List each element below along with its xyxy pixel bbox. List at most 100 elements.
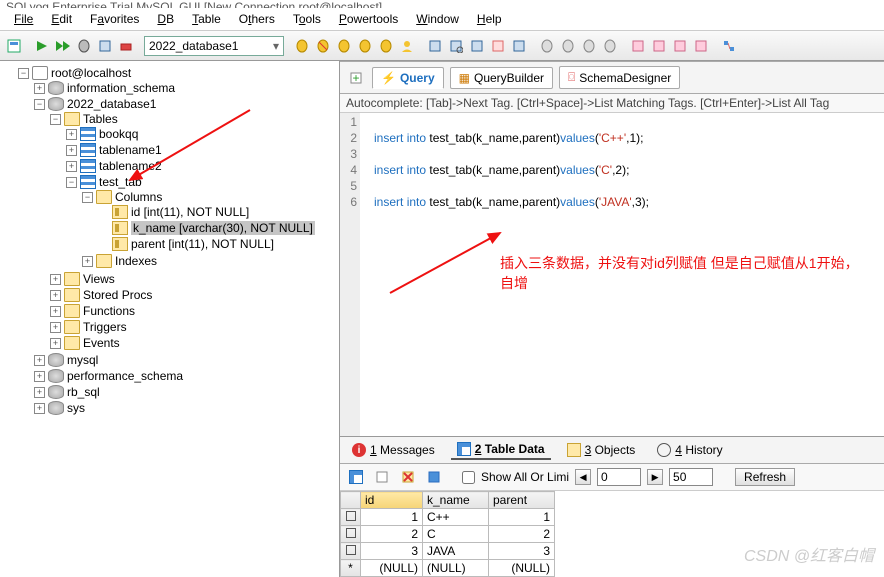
menu-table[interactable]: Table xyxy=(184,10,229,28)
expand-icon[interactable]: + xyxy=(66,129,77,140)
tool-icon-10[interactable] xyxy=(488,36,508,56)
expand-icon[interactable]: + xyxy=(34,387,45,398)
menu-file[interactable]: File xyxy=(6,10,41,28)
tool-icon-1[interactable] xyxy=(292,36,312,56)
col-parent[interactable]: parent xyxy=(489,492,555,509)
tree-item[interactable]: +Indexes xyxy=(82,254,337,268)
tab-query[interactable]: ⚡Query xyxy=(372,67,444,89)
tool-rep1-icon[interactable] xyxy=(628,36,648,56)
tool-icon-4[interactable] xyxy=(355,36,375,56)
sql-editor[interactable]: 123456 insert into test_tab(k_name,paren… xyxy=(340,113,884,436)
expand-icon[interactable]: + xyxy=(50,322,61,333)
collapse-icon[interactable]: − xyxy=(50,114,61,125)
row-checkbox[interactable] xyxy=(346,511,356,521)
table-row[interactable]: 2C2 xyxy=(341,526,555,543)
execute-all-icon[interactable] xyxy=(53,36,73,56)
tool-rep4-icon[interactable] xyxy=(691,36,711,56)
execute-icon[interactable] xyxy=(32,36,52,56)
menu-powertools[interactable]: Powertools xyxy=(331,10,406,28)
collapse-icon[interactable]: − xyxy=(34,99,45,110)
tree-item[interactable]: id [int(11), NOT NULL] xyxy=(98,205,337,219)
tree-item[interactable]: +tablename1 xyxy=(66,143,337,157)
collapse-icon[interactable]: − xyxy=(66,177,77,188)
expand-icon[interactable] xyxy=(98,239,109,250)
tool-rep2-icon[interactable] xyxy=(649,36,669,56)
tree-item[interactable]: +performance_schema xyxy=(34,369,337,383)
tree-item[interactable]: +Views xyxy=(50,272,337,286)
grid-mode-icon[interactable] xyxy=(346,467,366,487)
expand-icon[interactable]: + xyxy=(66,161,77,172)
table-row[interactable]: 1C++1 xyxy=(341,509,555,526)
new-query-icon[interactable]: + xyxy=(346,68,366,88)
expand-icon[interactable]: + xyxy=(34,371,45,382)
tree-item[interactable]: +rb_sql xyxy=(34,385,337,399)
col-kname[interactable]: k_name xyxy=(423,492,489,509)
save-icon[interactable] xyxy=(424,467,444,487)
tool-icon-9[interactable] xyxy=(467,36,487,56)
tab-schemadesigner[interactable]: ⌼SchemaDesigner xyxy=(559,66,680,89)
tab-querybuilder[interactable]: ▦QueryBuilder xyxy=(450,67,553,89)
menu-tools[interactable]: Tools xyxy=(285,10,329,28)
tool-user-icon[interactable] xyxy=(397,36,417,56)
collapse-icon[interactable]: − xyxy=(18,68,29,79)
show-all-checkbox[interactable] xyxy=(462,471,475,484)
tree-item[interactable]: −2022_database1 xyxy=(34,97,337,111)
tool-icon-7[interactable] xyxy=(425,36,445,56)
offset-input[interactable] xyxy=(597,468,641,486)
tree-item[interactable]: +tablename2 xyxy=(66,159,337,173)
menu-db[interactable]: DB xyxy=(149,10,182,28)
form-mode-icon[interactable] xyxy=(372,467,392,487)
expand-icon[interactable]: + xyxy=(34,403,45,414)
tool-schema-icon[interactable] xyxy=(719,36,739,56)
tool-icon-8[interactable] xyxy=(446,36,466,56)
col-id[interactable]: id xyxy=(361,492,423,509)
expand-icon[interactable]: + xyxy=(50,274,61,285)
tree-item[interactable]: +Functions xyxy=(50,304,337,318)
tree-item[interactable]: k_name [varchar(30), NOT NULL] xyxy=(98,221,337,235)
tree-item[interactable]: −Columns xyxy=(82,190,337,204)
tree-item[interactable]: +information_schema xyxy=(34,81,337,95)
tool-icon-2[interactable] xyxy=(313,36,333,56)
nav-next-icon[interactable]: ▶ xyxy=(647,469,663,485)
expand-icon[interactable]: + xyxy=(66,145,77,156)
result-grid[interactable]: id k_name parent 1C++12C23JAVA3*(NULL)(N… xyxy=(340,491,555,577)
expand-icon[interactable] xyxy=(98,207,109,218)
tree-item[interactable]: −root@localhost xyxy=(18,66,337,80)
menu-others[interactable]: Others xyxy=(231,10,283,28)
refresh-db-icon[interactable] xyxy=(74,36,94,56)
expand-icon[interactable]: + xyxy=(34,355,45,366)
row-checkbox[interactable] xyxy=(346,528,356,538)
tree-item[interactable]: +sys xyxy=(34,401,337,415)
tool-db2-icon[interactable] xyxy=(558,36,578,56)
limit-input[interactable] xyxy=(669,468,713,486)
tree-item[interactable]: +Triggers xyxy=(50,320,337,334)
tool-icon-5[interactable] xyxy=(376,36,396,56)
refresh-button[interactable]: Refresh xyxy=(735,468,795,486)
apply-icon[interactable] xyxy=(95,36,115,56)
tree-item[interactable]: −test_tab xyxy=(66,175,337,189)
expand-icon[interactable] xyxy=(98,223,109,234)
tree-item[interactable]: +bookqq xyxy=(66,127,337,141)
tab-table-data[interactable]: 2 Table Data xyxy=(451,440,551,460)
tree-item[interactable]: +Stored Procs xyxy=(50,288,337,302)
delete-row-icon[interactable] xyxy=(398,467,418,487)
tab-objects[interactable]: 3 Objects xyxy=(561,441,642,459)
stop-icon[interactable] xyxy=(116,36,136,56)
expand-icon[interactable]: + xyxy=(50,290,61,301)
new-connection-icon[interactable] xyxy=(4,36,24,56)
expand-icon[interactable]: + xyxy=(50,306,61,317)
tab-history[interactable]: 4 History xyxy=(651,441,728,459)
menu-favorites[interactable]: Favorites xyxy=(82,10,147,28)
menu-help[interactable]: Help xyxy=(469,10,510,28)
row-checkbox[interactable] xyxy=(346,545,356,555)
tab-messages[interactable]: i1 Messages xyxy=(346,441,441,459)
nav-prev-icon[interactable]: ◀ xyxy=(575,469,591,485)
tree-item[interactable]: −Tables xyxy=(50,112,337,126)
database-combo[interactable]: 2022_database1 ▾ xyxy=(144,36,284,56)
expand-icon[interactable]: + xyxy=(34,83,45,94)
collapse-icon[interactable]: − xyxy=(82,192,93,203)
object-browser[interactable]: −root@localhost+information_schema −2022_… xyxy=(0,61,340,577)
tool-db1-icon[interactable] xyxy=(537,36,557,56)
expand-icon[interactable]: + xyxy=(50,338,61,349)
table-row[interactable]: 3JAVA3 xyxy=(341,543,555,560)
